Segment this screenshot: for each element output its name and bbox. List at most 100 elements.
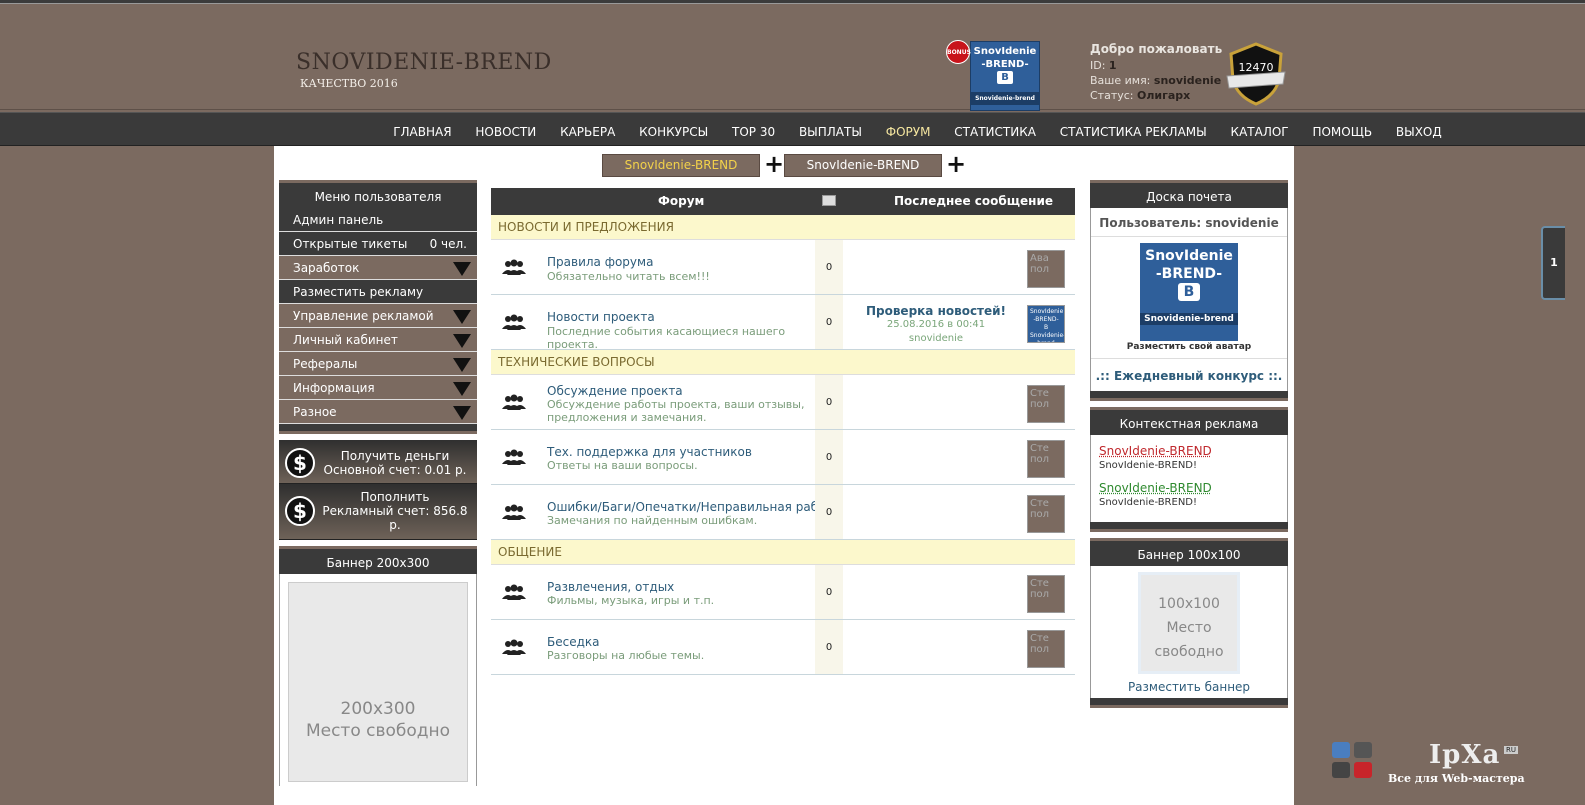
ad-desc: SnovIdenie-BREND!	[1099, 460, 1198, 471]
forum-title[interactable]: Правила форума	[547, 255, 653, 269]
forum-row: Тех. поддержка для участников Ответы на …	[491, 430, 1075, 485]
plus-icon[interactable]: +	[946, 152, 966, 176]
forum-desc: Последние события касающиеся нашего прое…	[547, 325, 786, 351]
forum-row: Новости проекта Последние события касающ…	[491, 295, 1075, 351]
banner-100-block: Баннер 100x100 100x100 Место свободно Ра…	[1090, 538, 1288, 708]
topup-title: Пополнить	[360, 490, 430, 504]
dropdown-arrow-icon	[453, 382, 471, 396]
welcome-title: Добро пожаловать	[1090, 42, 1223, 56]
forum-category[interactable]: ОБЩЕНИЕ	[491, 540, 1075, 565]
forum-desc: Разговоры на любые темы.	[547, 649, 705, 662]
menu-referrals[interactable]: Рефералы	[279, 352, 477, 376]
col-last-message: Последнее сообщение	[894, 194, 1053, 208]
last-post-title[interactable]: Проверка новостей!	[851, 304, 1021, 318]
forum-category[interactable]: ТЕХНИЧЕСКИЕ ВОПРОСЫ	[491, 350, 1075, 375]
user-id-value: 1	[1108, 59, 1117, 72]
dropdown-arrow-icon	[453, 406, 471, 420]
user-logo[interactable]: SnovIdenie -BREND- B Snovidenie-brend	[970, 41, 1040, 111]
ad-item: SnovIdenie-BREND SnovIdenie-BREND!	[1099, 444, 1279, 471]
honor-avatar[interactable]: SnovIdenie -BREND- B Snovidenie-brend	[1140, 243, 1238, 341]
place-avatar-link[interactable]: Разместить свой аватар	[1091, 341, 1287, 359]
menu-open-tickets[interactable]: Открытые тикеты 0 чел.	[279, 232, 477, 256]
forum-title[interactable]: Беседка	[547, 635, 600, 649]
forum-title[interactable]: Обсуждение проекта	[547, 384, 683, 398]
logo-line-2: -BREND-	[981, 59, 1029, 70]
ava-b-icon: B	[1178, 283, 1200, 301]
logo-square-icon	[1354, 742, 1372, 758]
watermark-name: IpXa	[1429, 740, 1501, 770]
menu-misc[interactable]: Разное	[279, 400, 477, 424]
menu-place-ad[interactable]: Разместить рекламу	[279, 280, 477, 304]
menu-information[interactable]: Информация	[279, 376, 477, 400]
last-post: Проверка новостей! 25.08.2016 в 00:41 sn…	[851, 304, 1021, 346]
avatar[interactable]: Сте пол	[1027, 385, 1065, 423]
forum-row: Правила форума Обязательно читать всем!!…	[491, 240, 1075, 295]
left-sidebar: Меню пользователя Админ панель Открытые …	[279, 180, 477, 786]
forum-row: Обсуждение проекта Обсуждение работы про…	[491, 375, 1075, 430]
ad-title[interactable]: SnovIdenie-BREND	[1099, 444, 1279, 458]
site-title[interactable]: SNOVIDENIE-BREND	[296, 50, 552, 75]
forum-desc: Обсуждение работы проекта, ваши отзывы, …	[547, 398, 805, 424]
banner-200-placeholder[interactable]: 200x300 Место свободно	[288, 582, 468, 782]
main-nav: ГЛАВНАЯ НОВОСТИ КАРЬЕРА КОНКУРСЫ TOP 30 …	[0, 112, 1585, 146]
nav-help[interactable]: ПОМОЩЬ	[1312, 113, 1372, 151]
users-group-icon	[502, 584, 526, 600]
switch-button-2[interactable]: SnovIdenie-BREND	[784, 154, 942, 177]
topic-count: 0	[815, 565, 843, 619]
avatar[interactable]: SnovIdenie-BREND-BSnovidenie-brend	[1027, 305, 1065, 343]
dropdown-arrow-icon	[453, 310, 471, 324]
ava-line-2: -BREND-	[1155, 266, 1223, 282]
context-ads-footer	[1090, 522, 1288, 532]
avatar[interactable]: Сте пол	[1027, 575, 1065, 613]
user-id-row: ID: 1	[1090, 59, 1117, 72]
forum-row: Развлечения, отдых Фильмы, музыка, игры …	[491, 565, 1075, 620]
banner-100-placeholder[interactable]: 100x100 Место свободно	[1138, 572, 1240, 674]
watermark-tagline: Все для Web-мастера	[1388, 772, 1525, 785]
avatar[interactable]: Сте пол	[1027, 495, 1065, 533]
forum-title[interactable]: Развлечения, отдых	[547, 580, 674, 594]
score-value: 12470	[1238, 61, 1274, 74]
place-banner-link[interactable]: Разместить баннер	[1091, 680, 1287, 694]
honor-board-title: Доска почета	[1090, 180, 1288, 208]
side-tab[interactable]: 1	[1541, 226, 1565, 300]
dropdown-arrow-icon	[453, 358, 471, 372]
users-group-icon	[502, 259, 526, 275]
dollar-icon: $	[285, 448, 315, 478]
logo-square-icon	[1354, 762, 1372, 778]
menu-ad-management[interactable]: Управление рекламой	[279, 304, 477, 328]
menu-cabinet[interactable]: Личный кабинет	[279, 328, 477, 352]
menu-earnings[interactable]: Заработок	[279, 256, 477, 280]
menu-footer	[279, 424, 477, 434]
menu-admin-panel[interactable]: Админ панель	[279, 208, 477, 232]
col-forum: Форум	[658, 194, 705, 208]
last-post-user[interactable]: snovidenie	[851, 332, 1021, 346]
honor-footer	[1090, 391, 1288, 401]
banner-200-size: 200x300	[340, 699, 416, 719]
user-status-value: Олигарх	[1137, 89, 1191, 102]
forum-title[interactable]: Новости проекта	[547, 310, 655, 324]
user-name-row: Ваше имя: snovidenie	[1090, 74, 1222, 87]
nav-logout[interactable]: ВЫХОД	[1396, 113, 1442, 151]
forum-title[interactable]: Тех. поддержка для участников	[547, 445, 752, 459]
honor-username[interactable]: snovidenie	[1205, 216, 1278, 230]
withdraw-row[interactable]: $ Получить деньги Основной счет: 0.01 р.	[279, 440, 477, 484]
avatar[interactable]: Сте пол	[1027, 440, 1065, 478]
banner-100-line3: свободно	[1154, 644, 1224, 660]
topup-row[interactable]: $ Пополнить Рекламный счет: 856.8 р.	[279, 484, 477, 540]
ad-balance: Рекламный счет: 856.8 р.	[322, 504, 468, 532]
plus-icon[interactable]: +	[764, 152, 784, 176]
topic-count: 0	[815, 620, 843, 674]
tickets-count: 0 чел.	[429, 237, 467, 251]
right-sidebar: Доска почета Пользователь: snovidenie Sn…	[1090, 180, 1288, 708]
forum-title[interactable]: Ошибки/Баги/Опечатки/Неправильная работа	[547, 500, 840, 514]
ad-title[interactable]: SnovIdenie-BREND	[1099, 481, 1279, 495]
switch-button-1[interactable]: SnovIdenie-BREND	[602, 154, 760, 177]
users-group-icon	[502, 394, 526, 410]
daily-contest-link[interactable]: .:: Ежедневный конкурс ::.	[1091, 359, 1287, 391]
content-area: SnovIdenie-BREND + SnovIdenie-BREND + Ме…	[274, 146, 1294, 805]
forum-category[interactable]: НОВОСТИ И ПРЕДЛОЖЕНИЯ	[491, 215, 1075, 240]
avatar[interactable]: Сте пол	[1027, 630, 1065, 668]
logo-b-icon: B	[997, 71, 1013, 84]
user-status-row: Статус: Олигарх	[1090, 89, 1191, 102]
avatar[interactable]: Ава пол	[1027, 250, 1065, 288]
